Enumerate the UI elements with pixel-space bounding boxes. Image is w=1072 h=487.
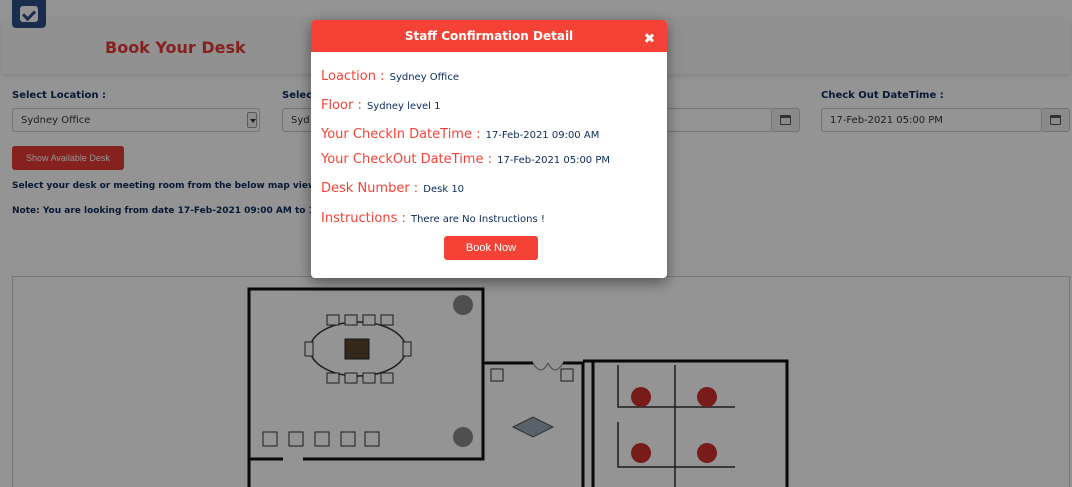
detail-value: 17-Feb-2021 05:00 PM: [497, 155, 611, 166]
detail-key: Desk Number :: [321, 181, 419, 196]
detail-value: Desk 10: [423, 184, 465, 195]
staff-confirmation-modal: Staff Confirmation Detail Loaction : Syd…: [311, 20, 667, 278]
detail-key: Loaction :: [321, 69, 385, 84]
modal-title: Staff Confirmation Detail: [404, 29, 574, 43]
detail-checkout: Your CheckOut DateTime : 17-Feb-2021 05:…: [321, 148, 610, 167]
detail-value: 17-Feb-2021 09:00 AM: [485, 130, 600, 141]
detail-key: Your CheckOut DateTime :: [321, 152, 492, 167]
booking-page: Book Your Desk Select Location : Sydney …: [0, 0, 1072, 487]
close-icon[interactable]: [645, 34, 653, 42]
detail-key: Floor :: [321, 98, 362, 113]
detail-key: Your CheckIn DateTime :: [321, 127, 481, 142]
detail-checkin: Your CheckIn DateTime : 17-Feb-2021 09:0…: [321, 123, 599, 142]
detail-instructions: Instructions : There are No Instructions…: [321, 207, 545, 226]
detail-desk-number: Desk Number : Desk 10: [321, 177, 464, 196]
detail-value: Sydney level 1: [366, 101, 441, 112]
detail-floor: Floor : Sydney level 1: [321, 94, 440, 113]
detail-value: Sydney Office: [389, 72, 459, 83]
detail-key: Instructions :: [321, 211, 406, 226]
detail-value: There are No Instructions !: [410, 214, 545, 225]
modal-header: Staff Confirmation Detail: [311, 20, 667, 52]
detail-location: Loaction : Sydney Office: [321, 65, 459, 84]
book-now-button[interactable]: Book Now: [444, 236, 538, 260]
